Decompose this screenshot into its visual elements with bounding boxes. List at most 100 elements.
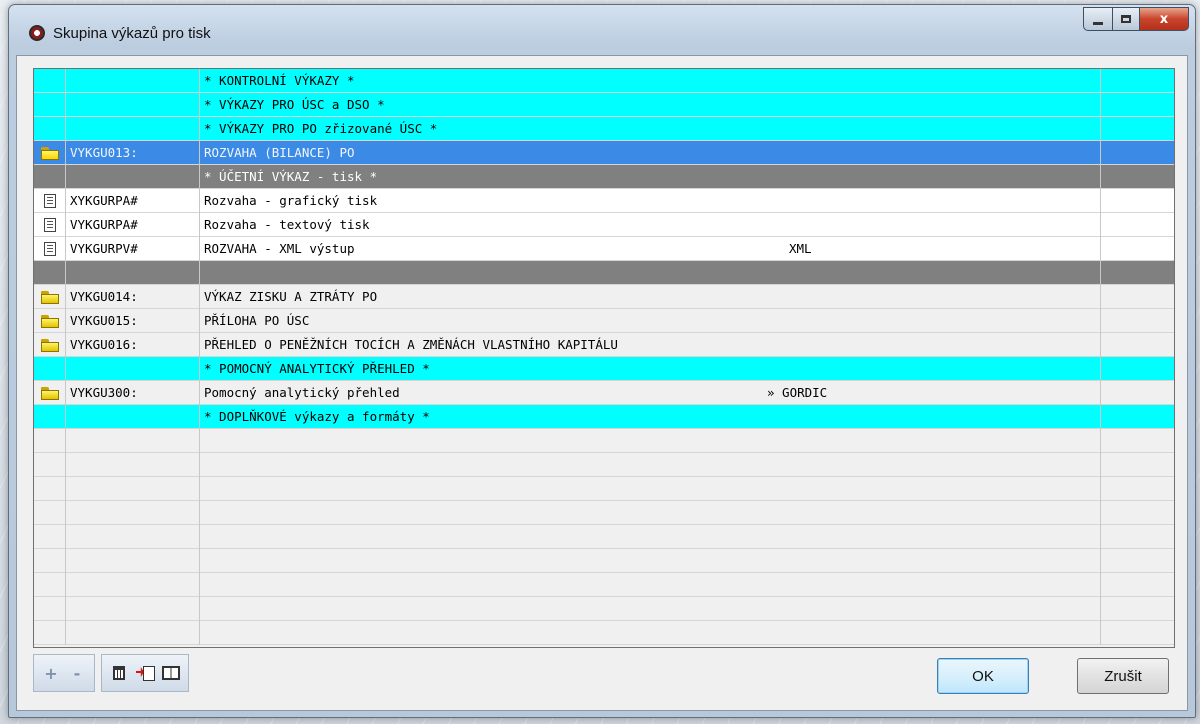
empty-table-row[interactable] xyxy=(34,477,1174,501)
grid-toolbar: + - xyxy=(33,654,189,694)
row-code-cell xyxy=(66,117,200,141)
row-code-cell xyxy=(66,357,200,381)
row-icon-cell xyxy=(34,549,66,573)
maximize-button[interactable] xyxy=(1113,7,1140,31)
folder-icon xyxy=(40,338,59,352)
folder-icon xyxy=(40,314,59,328)
row-extra-cell xyxy=(1101,165,1174,189)
add-row-button[interactable]: + xyxy=(40,660,62,686)
folder-icon xyxy=(40,386,59,400)
row-name-cell: * VÝKAZY PRO ÚSC a DSO * xyxy=(200,93,1101,117)
dialog-window: Skupina výkazů pro tisk x * KONTROLNÍ VÝ… xyxy=(8,4,1196,718)
app-icon xyxy=(29,25,45,41)
row-name-cell: Pomocný analytický přehled xyxy=(200,381,1101,405)
remove-row-button[interactable]: - xyxy=(66,660,88,686)
row-icon-cell xyxy=(34,117,66,141)
empty-table-row[interactable] xyxy=(34,429,1174,453)
empty-table-row[interactable] xyxy=(34,453,1174,477)
table-row[interactable]: VYKGURPV# ROZVAHA - XML výstup XML xyxy=(34,237,1174,261)
row-icon-cell xyxy=(34,69,66,93)
row-extra-cell xyxy=(1101,597,1174,621)
row-name-cell xyxy=(200,453,1101,477)
row-code-cell: VYKGU013: xyxy=(66,141,200,165)
edit-actions-group xyxy=(101,654,189,692)
row-icon-cell xyxy=(34,261,66,285)
table-row[interactable]: * VÝKAZY PRO ÚSC a DSO * xyxy=(34,93,1174,117)
close-button[interactable]: x xyxy=(1140,7,1189,31)
row-name-cell: * ÚČETNÍ VÝKAZ - tisk * xyxy=(200,165,1101,189)
row-name-cell xyxy=(200,525,1101,549)
empty-table-row[interactable] xyxy=(34,597,1174,621)
table-row[interactable]: VYKGU015: PŘÍLOHA PO ÚSC xyxy=(34,309,1174,333)
title-bar[interactable]: Skupina výkazů pro tisk x xyxy=(9,5,1195,55)
row-extra-cell xyxy=(1101,429,1174,453)
empty-table-row[interactable] xyxy=(34,573,1174,597)
ok-button[interactable]: OK xyxy=(937,658,1029,694)
table-row[interactable]: * KONTROLNÍ VÝKAZY * xyxy=(34,69,1174,93)
row-icon-cell xyxy=(34,453,66,477)
row-code-cell xyxy=(66,501,200,525)
close-icon: x xyxy=(1159,11,1169,27)
table-row[interactable] xyxy=(34,261,1174,285)
empty-table-row[interactable] xyxy=(34,501,1174,525)
empty-table-row[interactable] xyxy=(34,549,1174,573)
table-row[interactable]: * VÝKAZY PRO PO zřizované ÚSC * xyxy=(34,117,1174,141)
document-icon xyxy=(43,218,56,232)
row-code-cell xyxy=(66,165,200,189)
row-icon-cell xyxy=(34,429,66,453)
table-row[interactable]: VYKGURPA# Rozvaha - textový tisk xyxy=(34,213,1174,237)
row-code-cell xyxy=(66,69,200,93)
row-code-cell xyxy=(66,93,200,117)
empty-table-row[interactable] xyxy=(34,525,1174,549)
row-icon-cell xyxy=(34,213,66,237)
row-name-cell xyxy=(200,621,1101,645)
row-name-cell: Rozvaha - grafický tisk xyxy=(200,189,1101,213)
delete-button[interactable] xyxy=(108,660,130,686)
row-extra-cell xyxy=(1101,117,1174,141)
row-icon-cell xyxy=(34,477,66,501)
row-name-cell: ROZVAHA - XML výstup xyxy=(200,237,1101,261)
row-name-cell xyxy=(200,261,1101,285)
row-extra-cell xyxy=(1101,309,1174,333)
row-icon-cell xyxy=(34,597,66,621)
row-extra-cell xyxy=(1101,381,1174,405)
row-icon-cell xyxy=(34,285,66,309)
table-row[interactable]: * ÚČETNÍ VÝKAZ - tisk * xyxy=(34,165,1174,189)
report-group-grid[interactable]: * KONTROLNÍ VÝKAZY * * VÝKAZY PRO ÚSC a D… xyxy=(33,68,1175,648)
row-code-cell: XYKGURPA# xyxy=(66,189,200,213)
copy-button[interactable] xyxy=(134,660,156,686)
row-extra-cell xyxy=(1101,69,1174,93)
window-controls: x xyxy=(1083,7,1189,31)
row-code-cell xyxy=(66,549,200,573)
table-row[interactable]: * POMOCNÝ ANALYTICKÝ PŘEHLED * xyxy=(34,357,1174,381)
table-row[interactable]: VYKGU016: PŘEHLED O PENĚŽNÍCH TOCÍCH A ZM… xyxy=(34,333,1174,357)
row-extra-label: » GORDIC xyxy=(767,385,828,400)
row-icon-cell xyxy=(34,309,66,333)
document-icon xyxy=(43,194,56,208)
row-icon-cell xyxy=(34,381,66,405)
open-book-button[interactable] xyxy=(160,660,182,686)
table-row[interactable]: XYKGURPA# Rozvaha - grafický tisk xyxy=(34,189,1174,213)
row-name-cell: * VÝKAZY PRO PO zřizované ÚSC * xyxy=(200,117,1101,141)
document-icon xyxy=(43,242,56,256)
row-icon-cell xyxy=(34,93,66,117)
window-title: Skupina výkazů pro tisk xyxy=(53,25,211,42)
table-row[interactable]: VYKGU013: ROZVAHA (BILANCE) PO xyxy=(34,141,1174,165)
row-extra-cell xyxy=(1101,261,1174,285)
table-row[interactable]: VYKGU014: VÝKAZ ZISKU A ZTRÁTY PO xyxy=(34,285,1174,309)
row-extra-cell xyxy=(1101,141,1174,165)
folder-open-icon xyxy=(40,146,59,160)
table-row[interactable]: VYKGU300: Pomocný analytický přehled» GOR… xyxy=(34,381,1174,405)
row-name-cell: PŘÍLOHA PO ÚSC xyxy=(200,309,1101,333)
cancel-button[interactable]: Zrušit xyxy=(1077,658,1169,694)
folder-icon xyxy=(40,290,59,304)
row-code-cell xyxy=(66,429,200,453)
row-icon-cell xyxy=(34,165,66,189)
row-name-cell xyxy=(200,477,1101,501)
minimize-button[interactable] xyxy=(1083,7,1113,31)
table-row[interactable]: * DOPLŇKOVÉ výkazy a formáty * xyxy=(34,405,1174,429)
row-icon-cell xyxy=(34,189,66,213)
empty-table-row[interactable] xyxy=(34,621,1174,645)
row-name-cell: * KONTROLNÍ VÝKAZY * xyxy=(200,69,1101,93)
row-icon-cell xyxy=(34,357,66,381)
